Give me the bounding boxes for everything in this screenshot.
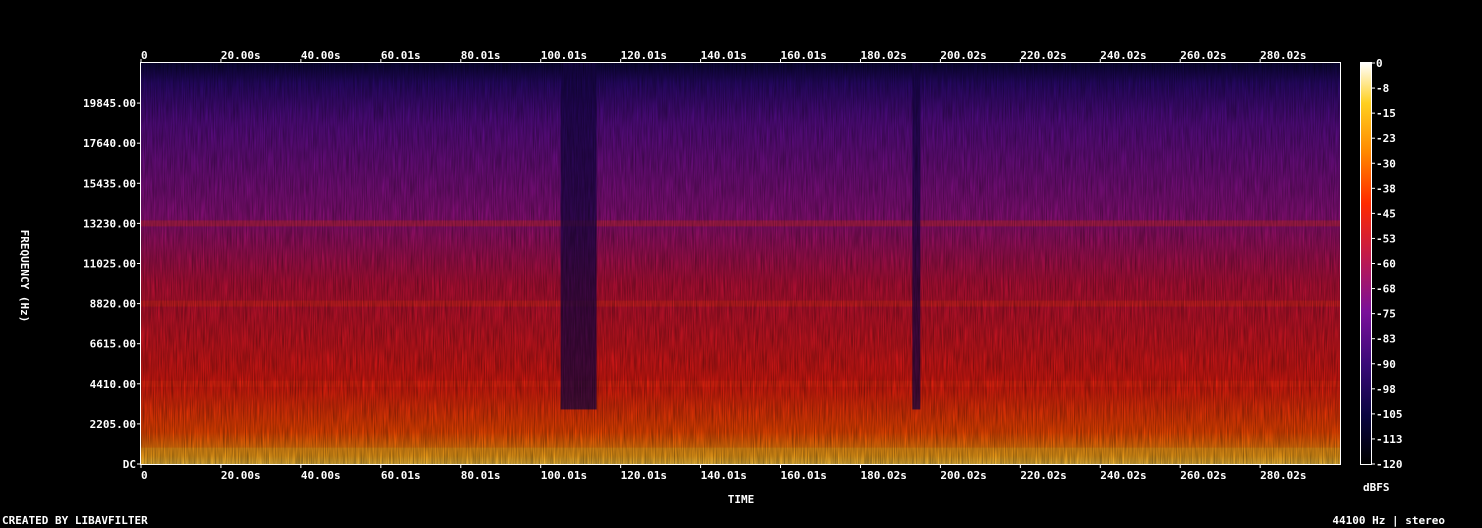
x-tick-bottom-label: 120.01s	[621, 469, 667, 482]
colorbar-tick-label: -45	[1376, 207, 1396, 220]
y-tick-label: 6615.00	[90, 338, 136, 351]
spectrogram-texture	[141, 63, 1340, 464]
y-axis: DC 2205.00 4410.00 6615.00 8820.00 11025.00 13…	[83, 97, 141, 471]
colorbar-tick-label: -23	[1376, 132, 1396, 145]
colorbar-tick-label: 0	[1376, 57, 1383, 70]
x-tick-bottom-label: 280.02s	[1260, 469, 1306, 482]
y-tick-label: 13230.00	[83, 217, 136, 230]
colorbar-tick-label: -68	[1376, 283, 1396, 296]
x-tick-bottom-label: 80.01s	[461, 469, 501, 482]
x-tick-top-label: 100.01s	[541, 49, 587, 62]
colorbar-tick-label: -30	[1376, 157, 1396, 170]
x-tick-top-label: 160.01s	[781, 49, 827, 62]
y-tick-label: 2205.00	[90, 418, 136, 431]
x-tick-bottom-label: 60.01s	[381, 469, 421, 482]
x-tick-top-label: 240.02s	[1100, 49, 1146, 62]
colorbar-tick-label: -53	[1376, 232, 1396, 245]
x-tick-bottom-label: 240.02s	[1100, 469, 1146, 482]
x-tick-bottom-label: 20.00s	[221, 469, 261, 482]
y-tick-label: 11025.00	[83, 258, 136, 271]
colorbar-tick-label: -120	[1376, 458, 1403, 471]
colorbar-tick-label: -75	[1376, 308, 1396, 321]
colorbar-gradient	[1361, 63, 1371, 464]
colorbar-tick-label: -83	[1376, 333, 1396, 346]
y-tick-label: 15435.00	[83, 177, 136, 190]
colorbar: 0 -8 -15 -23 -30 -38 -45 -53 -60 -68 -75 -83 -90 -98 -…	[1360, 57, 1403, 494]
colorbar-tick-label: -113	[1376, 433, 1403, 446]
x-tick-bottom-label: 180.02s	[860, 469, 906, 482]
footer-audio-info: 44100 Hz | stereo	[1332, 514, 1445, 527]
x-tick-top-label: 0	[141, 49, 148, 62]
spectrogram-chart: 0 20.00s 40.00s 60.01s 80.01s 100.01s 120.01s 1…	[18, 49, 1403, 506]
x-axis-title: TIME	[728, 493, 755, 506]
x-tick-bottom-label: 0	[141, 469, 148, 482]
x-tick-top-label: 40.00s	[301, 49, 341, 62]
x-tick-bottom-label: 200.02s	[940, 469, 986, 482]
y-tick-label: 4410.00	[90, 378, 136, 391]
colorbar-tick-label: -105	[1376, 408, 1403, 421]
colorbar-tick-label: -15	[1376, 107, 1396, 120]
x-tick-top-label: 280.02s	[1260, 49, 1306, 62]
x-tick-bottom-label: 260.02s	[1180, 469, 1226, 482]
x-axis-top: 0 20.00s 40.00s 60.01s 80.01s 100.01s 120.01s 1…	[140, 49, 1307, 63]
x-tick-top-label: 140.01s	[701, 49, 747, 62]
y-tick-label: 17640.00	[83, 137, 136, 150]
x-tick-top-label: 80.01s	[461, 49, 501, 62]
x-tick-bottom-label: 40.00s	[301, 469, 341, 482]
x-tick-top-label: 220.02s	[1020, 49, 1066, 62]
colorbar-tick-label: -38	[1376, 182, 1396, 195]
colorbar-tick-label: -60	[1376, 258, 1396, 271]
y-tick-label: 8820.00	[90, 298, 136, 311]
colorbar-tick-label: -90	[1376, 358, 1396, 371]
x-tick-top-label: 20.00s	[221, 49, 261, 62]
x-tick-top-label: 120.01s	[621, 49, 667, 62]
x-tick-top-label: 260.02s	[1180, 49, 1226, 62]
x-tick-bottom-label: 100.01s	[541, 469, 587, 482]
colorbar-tick-label: -8	[1376, 82, 1389, 95]
footer-credit: CREATED BY LIBAVFILTER	[2, 514, 148, 527]
colorbar-ticks: 0 -8 -15 -23 -30 -38 -45 -53 -60 -68 -75 -83 -90 -98 -…	[1371, 57, 1403, 471]
y-tick-label: DC	[123, 458, 136, 471]
x-tick-top-label: 200.02s	[940, 49, 986, 62]
colorbar-tick-label: -98	[1376, 383, 1396, 396]
x-tick-top-label: 180.02s	[860, 49, 906, 62]
x-axis-bottom: 0 20.00s 40.00s 60.01s 80.01s 100.01s 120.01s 1…	[140, 464, 1307, 482]
x-tick-bottom-label: 220.02s	[1020, 469, 1066, 482]
x-tick-bottom-label: 140.01s	[701, 469, 747, 482]
y-tick-label: 19845.00	[83, 97, 136, 110]
colorbar-label: dBFS	[1363, 481, 1390, 494]
y-axis-title: FREQUENCY (Hz)	[18, 230, 31, 323]
x-tick-bottom-label: 160.01s	[781, 469, 827, 482]
spectrogram-plot	[140, 62, 1341, 465]
x-tick-top-label: 60.01s	[381, 49, 421, 62]
